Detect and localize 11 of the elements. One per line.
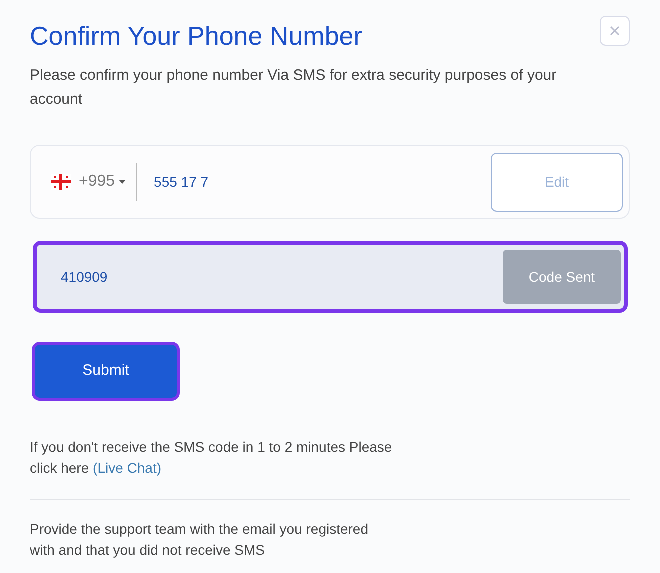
country-code[interactable]: +995 <box>79 170 116 194</box>
support-text: Provide the support team with the email you registered with and that you did not receive SMS <box>30 520 370 560</box>
submit-button[interactable]: Submit <box>32 342 180 401</box>
caret-icon[interactable] <box>119 180 126 184</box>
phone-number: 555 17 7 <box>154 172 210 192</box>
close-icon <box>610 26 620 36</box>
dialog-title: Confirm Your Phone Number <box>30 20 362 53</box>
live-chat-link[interactable]: (Live Chat) <box>93 460 162 476</box>
subtitle: Please confirm your phone number Via SMS for extra security purposes of your account <box>30 66 558 110</box>
flag-icon <box>51 174 71 190</box>
help-text: If you don't receive the SMS code in 1 to 2 minutes Please click here (Live Chat) <box>30 438 394 478</box>
